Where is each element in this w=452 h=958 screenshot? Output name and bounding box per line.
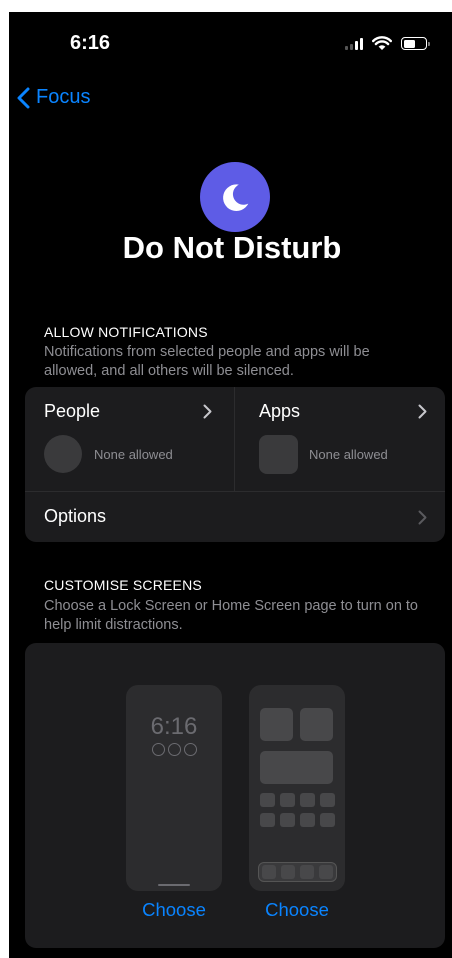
customise-screens-description: Choose a Lock Screen or Home Screen page…	[44, 598, 418, 633]
customise-screens-heading: CUSTOMISE SCREENS	[44, 577, 202, 593]
lock-screen-preview[interactable]: 6:16	[126, 685, 222, 891]
app-icon-placeholder	[300, 793, 315, 807]
widget-placeholder	[260, 751, 333, 784]
customise-screens-card: 6:16 Choose Choose	[25, 643, 445, 948]
avatar-placeholder	[44, 435, 82, 473]
lock-screen-time: 6:16	[150, 713, 198, 740]
status-time: 6:16	[70, 32, 111, 54]
dock-icon-placeholder	[281, 865, 295, 879]
app-icon-placeholder	[280, 813, 295, 827]
options-row[interactable]: Options	[25, 492, 445, 542]
wifi-icon	[372, 36, 392, 51]
cellular-signal-icon	[345, 37, 363, 50]
app-icon-placeholder	[320, 793, 335, 807]
page-title: Do Not Disturb	[122, 230, 342, 265]
dock-icon-placeholder	[319, 865, 333, 879]
allow-notifications-heading: ALLOW NOTIFICATIONS	[44, 324, 208, 340]
app-icon-placeholder	[280, 793, 295, 807]
apps-label: Apps	[259, 401, 301, 421]
app-icon-placeholder	[259, 435, 298, 474]
chevron-right-icon	[418, 510, 427, 525]
chevron-left-icon	[17, 87, 30, 108]
home-screen-preview[interactable]	[249, 685, 345, 891]
back-label: Focus	[36, 86, 91, 108]
app-icon-placeholder	[300, 813, 315, 827]
people-cell[interactable]: People None allowed	[25, 387, 235, 491]
moon-icon	[200, 162, 270, 232]
chevron-right-icon	[418, 404, 427, 419]
options-label: Options	[44, 506, 107, 526]
people-status: None allowed	[94, 447, 173, 462]
app-icon-placeholder	[320, 813, 335, 827]
dock-icon-placeholder	[300, 865, 314, 879]
apps-status: None allowed	[309, 447, 388, 462]
screen: 6:16 Focus Do Not Disturb ALLOW NOTIFICA…	[9, 12, 452, 958]
home-indicator	[158, 884, 190, 886]
apps-cell[interactable]: Apps None allowed	[235, 387, 445, 491]
choose-home-screen-button[interactable]: Choose	[237, 899, 357, 921]
battery-icon	[401, 37, 430, 50]
people-label: People	[44, 401, 101, 421]
chevron-right-icon	[203, 404, 212, 419]
app-icon-placeholder	[260, 813, 275, 827]
widget-circles	[126, 743, 222, 756]
dock-icon-placeholder	[262, 865, 276, 879]
widget-placeholder	[300, 708, 333, 741]
back-button[interactable]: Focus	[17, 86, 90, 109]
widget-placeholder	[260, 708, 293, 741]
choose-lock-screen-button[interactable]: Choose	[114, 899, 234, 921]
allow-notifications-description: Notifications from selected people and a…	[44, 344, 370, 379]
dock-placeholder	[258, 862, 337, 882]
status-icons	[345, 36, 430, 51]
allow-notifications-card: People None allowed Apps None allowed Op…	[25, 387, 445, 542]
app-icon-placeholder	[260, 793, 275, 807]
